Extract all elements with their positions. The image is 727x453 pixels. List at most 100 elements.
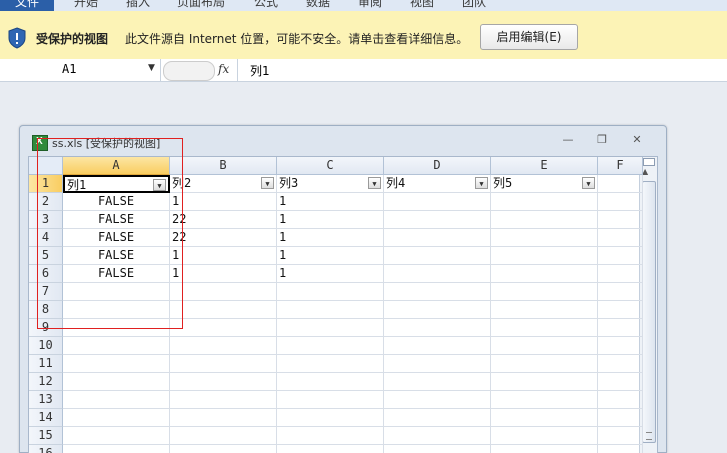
- cell-b2[interactable]: 1: [170, 193, 277, 211]
- cell-d15[interactable]: [384, 427, 491, 445]
- cell-f14[interactable]: [598, 409, 643, 427]
- minimize-button[interactable]: —: [558, 132, 578, 148]
- enable-editing-button[interactable]: 启用编辑(E): [480, 24, 578, 50]
- column-header-d[interactable]: D: [384, 157, 491, 175]
- row-header-3[interactable]: 3: [29, 211, 63, 229]
- cell-f2[interactable]: [598, 193, 643, 211]
- cell-d2[interactable]: [384, 193, 491, 211]
- cell-b6[interactable]: 1: [170, 265, 277, 283]
- cell-d4[interactable]: [384, 229, 491, 247]
- cell-c8[interactable]: [277, 301, 384, 319]
- name-box[interactable]: A1 ▼: [0, 59, 161, 81]
- cell-b3[interactable]: 22: [170, 211, 277, 229]
- cell-b9[interactable]: [170, 319, 277, 337]
- column-header-f[interactable]: F: [598, 157, 643, 175]
- cell-e3[interactable]: [491, 211, 598, 229]
- cell-c5[interactable]: 1: [277, 247, 384, 265]
- column-header-e[interactable]: E: [491, 157, 598, 175]
- cell-e4[interactable]: [491, 229, 598, 247]
- cell-a12[interactable]: [63, 373, 170, 391]
- cell-f12[interactable]: [598, 373, 643, 391]
- cell-c14[interactable]: [277, 409, 384, 427]
- tab-file[interactable]: 文件: [0, 0, 54, 11]
- filter-dropdown-icon[interactable]: ▼: [475, 177, 488, 189]
- cell-d9[interactable]: [384, 319, 491, 337]
- cell-d12[interactable]: [384, 373, 491, 391]
- cell-f11[interactable]: [598, 355, 643, 373]
- cell-b14[interactable]: [170, 409, 277, 427]
- cell-c1[interactable]: 列3 ▼: [277, 175, 384, 193]
- cell-e11[interactable]: [491, 355, 598, 373]
- cell-e15[interactable]: [491, 427, 598, 445]
- cell-c13[interactable]: [277, 391, 384, 409]
- cell-e5[interactable]: [491, 247, 598, 265]
- cell-c6[interactable]: 1: [277, 265, 384, 283]
- row-header-1[interactable]: 1: [29, 175, 63, 193]
- cell-c12[interactable]: [277, 373, 384, 391]
- cell-c3[interactable]: 1: [277, 211, 384, 229]
- cell-d14[interactable]: [384, 409, 491, 427]
- cell-f5[interactable]: [598, 247, 643, 265]
- cell-c10[interactable]: [277, 337, 384, 355]
- filter-dropdown-icon[interactable]: ▼: [582, 177, 595, 189]
- insert-function-icon[interactable]: fx: [218, 62, 229, 76]
- restore-button[interactable]: ❐: [592, 132, 612, 148]
- cell-b16[interactable]: [170, 445, 277, 453]
- cell-f10[interactable]: [598, 337, 643, 355]
- cell-b11[interactable]: [170, 355, 277, 373]
- protected-view-message[interactable]: 此文件源自 Internet 位置，可能不安全。请单击查看详细信息。: [125, 30, 468, 47]
- cell-a5[interactable]: FALSE: [63, 247, 170, 265]
- row-header-13[interactable]: 13: [29, 391, 63, 409]
- cell-d10[interactable]: [384, 337, 491, 355]
- cell-e10[interactable]: [491, 337, 598, 355]
- row-header-5[interactable]: 5: [29, 247, 63, 265]
- cell-f15[interactable]: [598, 427, 643, 445]
- cell-b1[interactable]: 列2 ▼: [170, 175, 277, 193]
- cell-a16[interactable]: [63, 445, 170, 453]
- cell-b5[interactable]: 1: [170, 247, 277, 265]
- cell-d5[interactable]: [384, 247, 491, 265]
- row-header-16[interactable]: 16: [29, 445, 63, 453]
- cell-e14[interactable]: [491, 409, 598, 427]
- cell-a15[interactable]: [63, 427, 170, 445]
- tab-view[interactable]: 视图: [410, 0, 434, 11]
- cell-b12[interactable]: [170, 373, 277, 391]
- cell-a3[interactable]: FALSE: [63, 211, 170, 229]
- row-header-2[interactable]: 2: [29, 193, 63, 211]
- tab-insert[interactable]: 插入: [126, 0, 150, 11]
- cell-a7[interactable]: [63, 283, 170, 301]
- cell-b7[interactable]: [170, 283, 277, 301]
- row-header-7[interactable]: 7: [29, 283, 63, 301]
- cell-f3[interactable]: [598, 211, 643, 229]
- cell-a8[interactable]: [63, 301, 170, 319]
- cell-e13[interactable]: [491, 391, 598, 409]
- cell-d7[interactable]: [384, 283, 491, 301]
- row-header-9[interactable]: 9: [29, 319, 63, 337]
- filter-dropdown-icon[interactable]: ▼: [261, 177, 274, 189]
- cell-f9[interactable]: [598, 319, 643, 337]
- cell-d3[interactable]: [384, 211, 491, 229]
- cell-d13[interactable]: [384, 391, 491, 409]
- cell-c7[interactable]: [277, 283, 384, 301]
- cell-b15[interactable]: [170, 427, 277, 445]
- cell-f8[interactable]: [598, 301, 643, 319]
- select-all-corner[interactable]: [29, 157, 63, 175]
- cell-a1[interactable]: 列1 ▼: [63, 175, 170, 193]
- cell-a14[interactable]: [63, 409, 170, 427]
- spreadsheet-grid[interactable]: ▲ A B C D E F 1 列1 ▼ 列2 ▼ 列3 ▼ 列4 ▼ 列5 ▼ 2 FALSE 1 1 3 FALSE 22…: [28, 156, 658, 453]
- row-header-10[interactable]: 10: [29, 337, 63, 355]
- column-header-a[interactable]: A: [63, 157, 170, 175]
- tab-home[interactable]: 开始: [74, 0, 98, 11]
- cell-e9[interactable]: [491, 319, 598, 337]
- cell-d6[interactable]: [384, 265, 491, 283]
- cell-a2[interactable]: FALSE: [63, 193, 170, 211]
- cell-a10[interactable]: [63, 337, 170, 355]
- cell-c9[interactable]: [277, 319, 384, 337]
- cell-e8[interactable]: [491, 301, 598, 319]
- row-header-15[interactable]: 15: [29, 427, 63, 445]
- tab-review[interactable]: 审阅: [358, 0, 382, 11]
- cell-a11[interactable]: [63, 355, 170, 373]
- cell-b8[interactable]: [170, 301, 277, 319]
- tab-page-layout[interactable]: 页面布局: [177, 0, 225, 11]
- row-header-8[interactable]: 8: [29, 301, 63, 319]
